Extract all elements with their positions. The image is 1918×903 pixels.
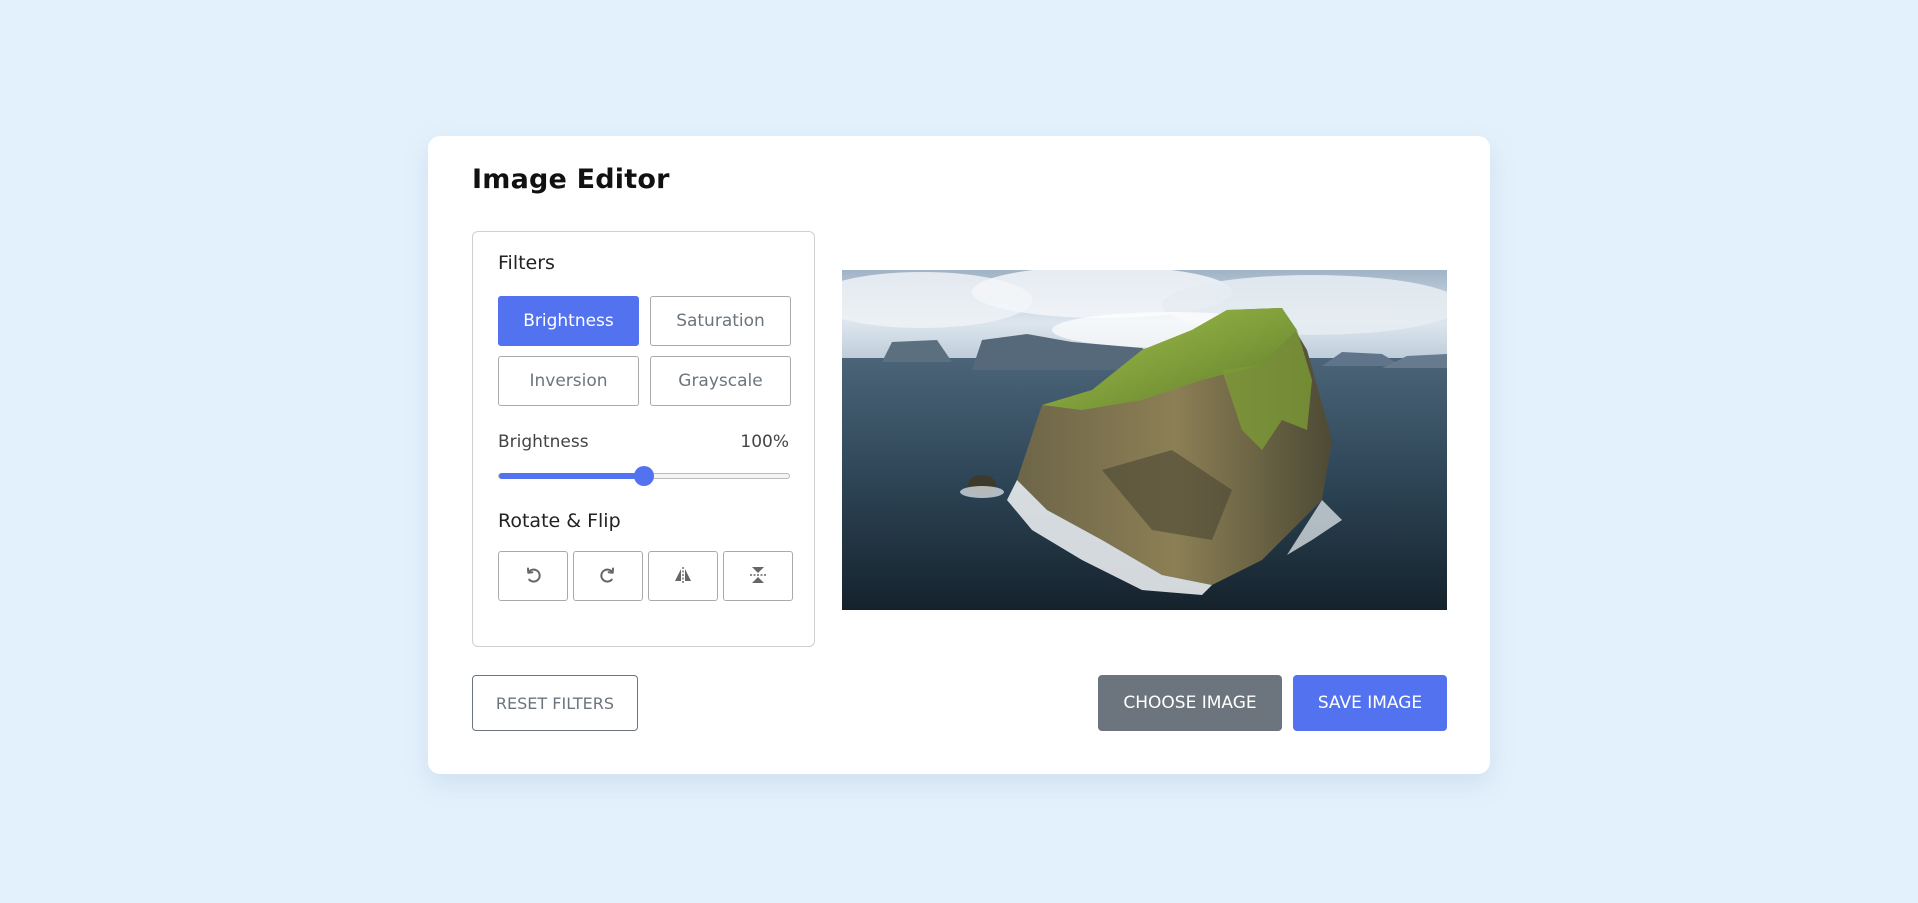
slider-thumb[interactable]: [634, 466, 654, 486]
filter-brightness-button[interactable]: Brightness: [498, 296, 639, 346]
brightness-slider[interactable]: [498, 466, 790, 486]
choose-image-button[interactable]: Choose Image: [1098, 675, 1282, 731]
image-editor-card: Image Editor Filters Brightness Saturati…: [428, 136, 1490, 774]
flip-vertical-icon: [748, 565, 768, 588]
rotate-right-icon: [598, 565, 618, 588]
rotate-left-icon: [523, 565, 543, 588]
rotate-flip-heading: Rotate & Flip: [498, 510, 621, 532]
rotate-right-button[interactable]: [573, 551, 643, 601]
flip-horizontal-icon: [673, 565, 693, 588]
slider-label: Brightness: [498, 432, 589, 452]
save-image-button[interactable]: Save Image: [1293, 675, 1447, 731]
filter-grayscale-button[interactable]: Grayscale: [650, 356, 791, 406]
slider-value: 100%: [740, 432, 789, 452]
reset-filters-button[interactable]: Reset Filters: [472, 675, 638, 731]
slider-fill: [499, 473, 644, 479]
editor-title: Image Editor: [472, 164, 670, 195]
filter-saturation-button[interactable]: Saturation: [650, 296, 791, 346]
filters-heading: Filters: [498, 252, 555, 274]
image-preview: [842, 270, 1447, 610]
rotate-left-button[interactable]: [498, 551, 568, 601]
editor-panel: Filters Brightness Saturation Inversion …: [472, 231, 815, 647]
flip-horizontal-button[interactable]: [648, 551, 718, 601]
flip-vertical-button[interactable]: [723, 551, 793, 601]
filter-inversion-button[interactable]: Inversion: [498, 356, 639, 406]
